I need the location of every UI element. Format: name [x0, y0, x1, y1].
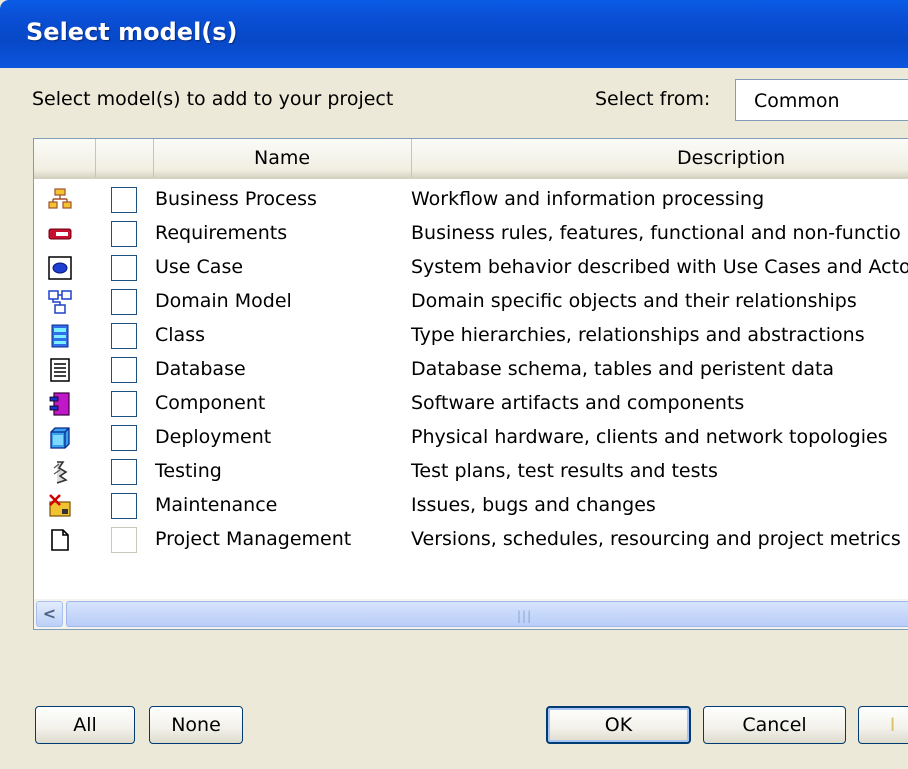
ok-button[interactable]: OK: [546, 706, 691, 744]
row-description: System behavior described with Use Cases…: [411, 256, 908, 278]
table-row[interactable]: Business Process Workflow and informatio…: [34, 183, 908, 217]
row-name: Project Management: [155, 528, 352, 550]
table-row[interactable]: Project Management Versions, schedules, …: [34, 523, 908, 557]
row-name: Testing: [155, 460, 222, 482]
table-row[interactable]: Domain Model Domain specific objects and…: [34, 285, 908, 319]
class-icon: [51, 324, 69, 348]
row-checkbox[interactable]: [111, 221, 137, 247]
row-description: Physical hardware, clients and network t…: [411, 426, 888, 448]
maintenance-icon: [49, 494, 71, 517]
instruction-label: Select model(s) to add to your project: [32, 88, 394, 110]
row-description: Test plans, test results and tests: [411, 460, 718, 482]
row-name: Component: [155, 392, 266, 414]
row-name: Requirements: [155, 222, 288, 244]
component-icon: [49, 392, 70, 416]
row-description: Type hierarchies, relationships and abst…: [411, 324, 865, 346]
row-checkbox[interactable]: [111, 357, 137, 383]
table-row[interactable]: Component Software artifacts and compone…: [34, 387, 908, 421]
none-button[interactable]: None: [149, 706, 243, 744]
use-case-icon: [48, 256, 72, 280]
title-bar[interactable]: Select model(s): [0, 0, 908, 68]
select-from-value: Common: [754, 90, 840, 112]
row-description: Database schema, tables and peristent da…: [411, 358, 835, 380]
table-row[interactable]: Database Database schema, tables and per…: [34, 353, 908, 387]
select-from-label: Select from:: [595, 88, 711, 110]
row-name: Database: [155, 358, 246, 380]
project-management-icon: [51, 529, 69, 551]
table-row[interactable]: Deployment Physical hardware, clients an…: [34, 421, 908, 455]
scrollbar-grip-icon: |||: [517, 609, 533, 623]
row-description: Domain specific objects and their relati…: [411, 290, 857, 312]
row-description: Versions, schedules, resourcing and proj…: [411, 528, 901, 550]
table-row[interactable]: Testing Test plans, test results and tes…: [34, 455, 908, 489]
business-process-icon: [48, 188, 72, 209]
deployment-icon: [50, 427, 70, 449]
model-list[interactable]: Name Description Business Process Workfl…: [33, 138, 908, 630]
table-row[interactable]: Maintenance Issues, bugs and changes: [34, 489, 908, 523]
database-icon: [50, 358, 70, 382]
row-name: Domain Model: [155, 290, 292, 312]
requirements-icon: [48, 228, 72, 240]
row-name: Class: [155, 324, 205, 346]
row-checkbox[interactable]: [111, 425, 137, 451]
row-checkbox[interactable]: [111, 289, 137, 315]
table-row[interactable]: Class Type hierarchies, relationships an…: [34, 319, 908, 353]
row-name: Use Case: [155, 256, 244, 278]
header-check-column[interactable]: [96, 139, 154, 177]
table-row[interactable]: Use Case System behavior described with …: [34, 251, 908, 285]
row-checkbox[interactable]: [111, 493, 137, 519]
window-title: Select model(s): [26, 18, 238, 46]
testing-icon: [53, 461, 68, 484]
row-description: Workflow and information processing: [411, 188, 765, 210]
row-name: Maintenance: [155, 494, 278, 516]
scroll-left-button[interactable]: <: [36, 601, 63, 627]
row-name: Business Process: [155, 188, 317, 210]
domain-model-icon: [48, 290, 72, 314]
row-name: Deployment: [155, 426, 272, 448]
table-row[interactable]: Requirements Business rules, features, f…: [34, 217, 908, 251]
cancel-button[interactable]: Cancel: [703, 706, 846, 744]
header-name-label: Name: [254, 147, 311, 169]
row-checkbox[interactable]: [111, 323, 137, 349]
row-checkbox[interactable]: [111, 459, 137, 485]
header-description-column[interactable]: Description: [412, 139, 908, 177]
help-button[interactable]: I: [858, 706, 908, 744]
horizontal-scrollbar[interactable]: < |||: [34, 599, 908, 629]
row-checkbox[interactable]: [111, 527, 137, 553]
row-checkbox[interactable]: [111, 391, 137, 417]
help-button-label: I: [889, 714, 896, 736]
row-description: Software artifacts and components: [411, 392, 745, 414]
header-name-column[interactable]: Name: [154, 139, 412, 177]
select-from-dropdown[interactable]: Common: [735, 79, 908, 121]
row-checkbox[interactable]: [111, 187, 137, 213]
list-header: Name Description: [34, 139, 908, 179]
header-description-label: Description: [677, 147, 786, 169]
all-button[interactable]: All: [35, 706, 135, 744]
row-checkbox[interactable]: [111, 255, 137, 281]
row-description: Issues, bugs and changes: [411, 494, 656, 516]
row-description: Business rules, features, functional and…: [411, 222, 901, 244]
scrollbar-thumb[interactable]: |||: [66, 601, 908, 627]
header-icon-column[interactable]: [34, 139, 96, 177]
